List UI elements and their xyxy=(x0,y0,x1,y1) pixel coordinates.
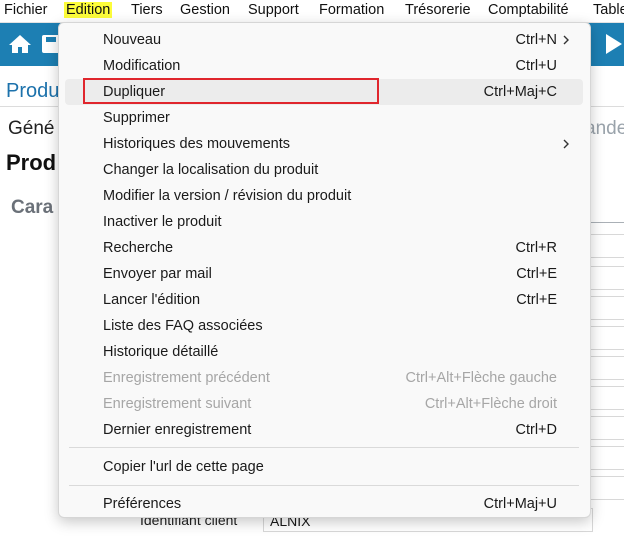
section-underline xyxy=(588,222,624,223)
menu-item-label: Enregistrement précédent xyxy=(103,370,270,386)
shortcut-label: Ctrl+N xyxy=(515,32,558,48)
form-field[interactable] xyxy=(588,296,624,320)
menu-table[interactable]: Table xyxy=(593,2,624,18)
menu-item-dernier-enregistrement[interactable]: Dernier enregistrement Ctrl+D xyxy=(65,417,583,443)
play-icon[interactable] xyxy=(602,34,624,54)
menu-item-modifier-version[interactable]: Modifier la version / révision du produi… xyxy=(65,183,583,209)
menu-item-changer-localisation[interactable]: Changer la localisation du produit xyxy=(65,157,583,183)
shortcut-label: Ctrl+Maj+C xyxy=(483,84,557,100)
shortcut-label: Ctrl+E xyxy=(516,292,557,308)
shortcut-label: Ctrl+Alt+Flèche droit xyxy=(424,396,557,412)
menu-item-label: Historiques des mouvements xyxy=(103,136,290,152)
edition-dropdown-menu: Nouveau Ctrl+N Modification Ctrl+U Dupli… xyxy=(58,22,591,518)
menu-item-recherche[interactable]: Recherche Ctrl+R xyxy=(65,235,583,261)
shortcut-label: Ctrl+Alt+Flèche gauche xyxy=(405,370,557,386)
menu-separator xyxy=(69,485,579,486)
menu-item-nouveau[interactable]: Nouveau Ctrl+N xyxy=(65,27,583,53)
menu-item-label: Nouveau xyxy=(103,32,162,48)
form-field[interactable] xyxy=(588,326,624,350)
menu-formation[interactable]: Formation xyxy=(319,2,384,18)
menu-item-supprimer[interactable]: Supprimer xyxy=(65,105,583,131)
menu-item-envoyer-mail[interactable]: Envoyer par mail Ctrl+E xyxy=(65,261,583,287)
menu-item-label: Envoyer par mail xyxy=(103,266,212,282)
chevron-right-icon xyxy=(563,139,569,149)
form-field[interactable] xyxy=(588,356,624,380)
menu-item-preferences[interactable]: Préférences Ctrl+Maj+U xyxy=(65,491,583,517)
product-heading: Prod xyxy=(6,150,57,175)
page-title: Produ xyxy=(6,80,60,102)
menu-fichier[interactable]: Fichier xyxy=(4,2,48,18)
menu-item-inactiver[interactable]: Inactiver le produit xyxy=(65,209,583,235)
menu-item-historique-detaille[interactable]: Historique détaillé xyxy=(65,339,583,365)
menu-item-label: Modification xyxy=(103,58,181,74)
chevron-right-icon xyxy=(563,35,569,45)
shortcut-label: Ctrl+U xyxy=(515,58,558,74)
form-field[interactable] xyxy=(588,234,624,258)
menu-item-label: Dernier enregistrement xyxy=(103,422,252,438)
menu-item-label: Enregistrement suivant xyxy=(103,396,252,412)
menu-item-enregistrement-precedent: Enregistrement précédent Ctrl+Alt+Flèche… xyxy=(65,365,583,391)
menu-item-historiques-mouvements[interactable]: Historiques des mouvements xyxy=(65,131,583,157)
menu-edition[interactable]: Edition xyxy=(64,2,113,18)
menu-item-label: Copier l'url de cette page xyxy=(103,459,264,475)
section-title: Cara xyxy=(11,197,54,218)
menu-item-label: Supprimer xyxy=(103,110,170,126)
shortcut-label: Ctrl+Maj+U xyxy=(483,496,557,512)
menu-item-copier-url[interactable]: Copier l'url de cette page xyxy=(65,454,583,480)
menu-gestion[interactable]: Gestion xyxy=(180,2,230,18)
form-field[interactable] xyxy=(588,386,624,410)
form-field[interactable] xyxy=(588,446,624,470)
shortcut-label: Ctrl+D xyxy=(515,422,558,438)
shortcut-label: Ctrl+E xyxy=(516,266,557,282)
home-icon[interactable] xyxy=(8,34,32,54)
menu-separator xyxy=(69,447,579,448)
menu-item-label: Modifier la version / révision du produi… xyxy=(103,188,352,204)
menu-item-label: Recherche xyxy=(103,240,174,256)
menu-tiers[interactable]: Tiers xyxy=(131,2,163,18)
tab-general[interactable]: Géné xyxy=(8,118,54,140)
menu-item-label: Changer la localisation du produit xyxy=(103,162,319,178)
menu-item-label: Lancer l'édition xyxy=(103,292,201,308)
menu-item-label: Historique détaillé xyxy=(103,344,219,360)
menu-bar: Fichier Edition Tiers Gestion Support Fo… xyxy=(0,0,624,23)
shortcut-label: Ctrl+R xyxy=(515,240,558,256)
menu-comptabilite[interactable]: Comptabilité xyxy=(488,2,569,18)
form-field[interactable] xyxy=(588,416,624,440)
menu-item-enregistrement-suivant: Enregistrement suivant Ctrl+Alt+Flèche d… xyxy=(65,391,583,417)
menu-tresorerie[interactable]: Trésorerie xyxy=(405,2,471,18)
menu-support[interactable]: Support xyxy=(248,2,299,18)
menu-item-modification[interactable]: Modification Ctrl+U xyxy=(65,53,583,79)
menu-item-label: Inactiver le produit xyxy=(103,214,222,230)
menu-item-label: Préférences xyxy=(103,496,182,512)
red-highlight-box xyxy=(83,78,379,104)
form-field[interactable] xyxy=(588,476,624,500)
menu-item-liste-faq[interactable]: Liste des FAQ associées xyxy=(65,313,583,339)
menu-item-lancer-edition[interactable]: Lancer l'édition Ctrl+E xyxy=(65,287,583,313)
menu-item-label: Liste des FAQ associées xyxy=(103,318,263,334)
form-field[interactable] xyxy=(588,266,624,290)
